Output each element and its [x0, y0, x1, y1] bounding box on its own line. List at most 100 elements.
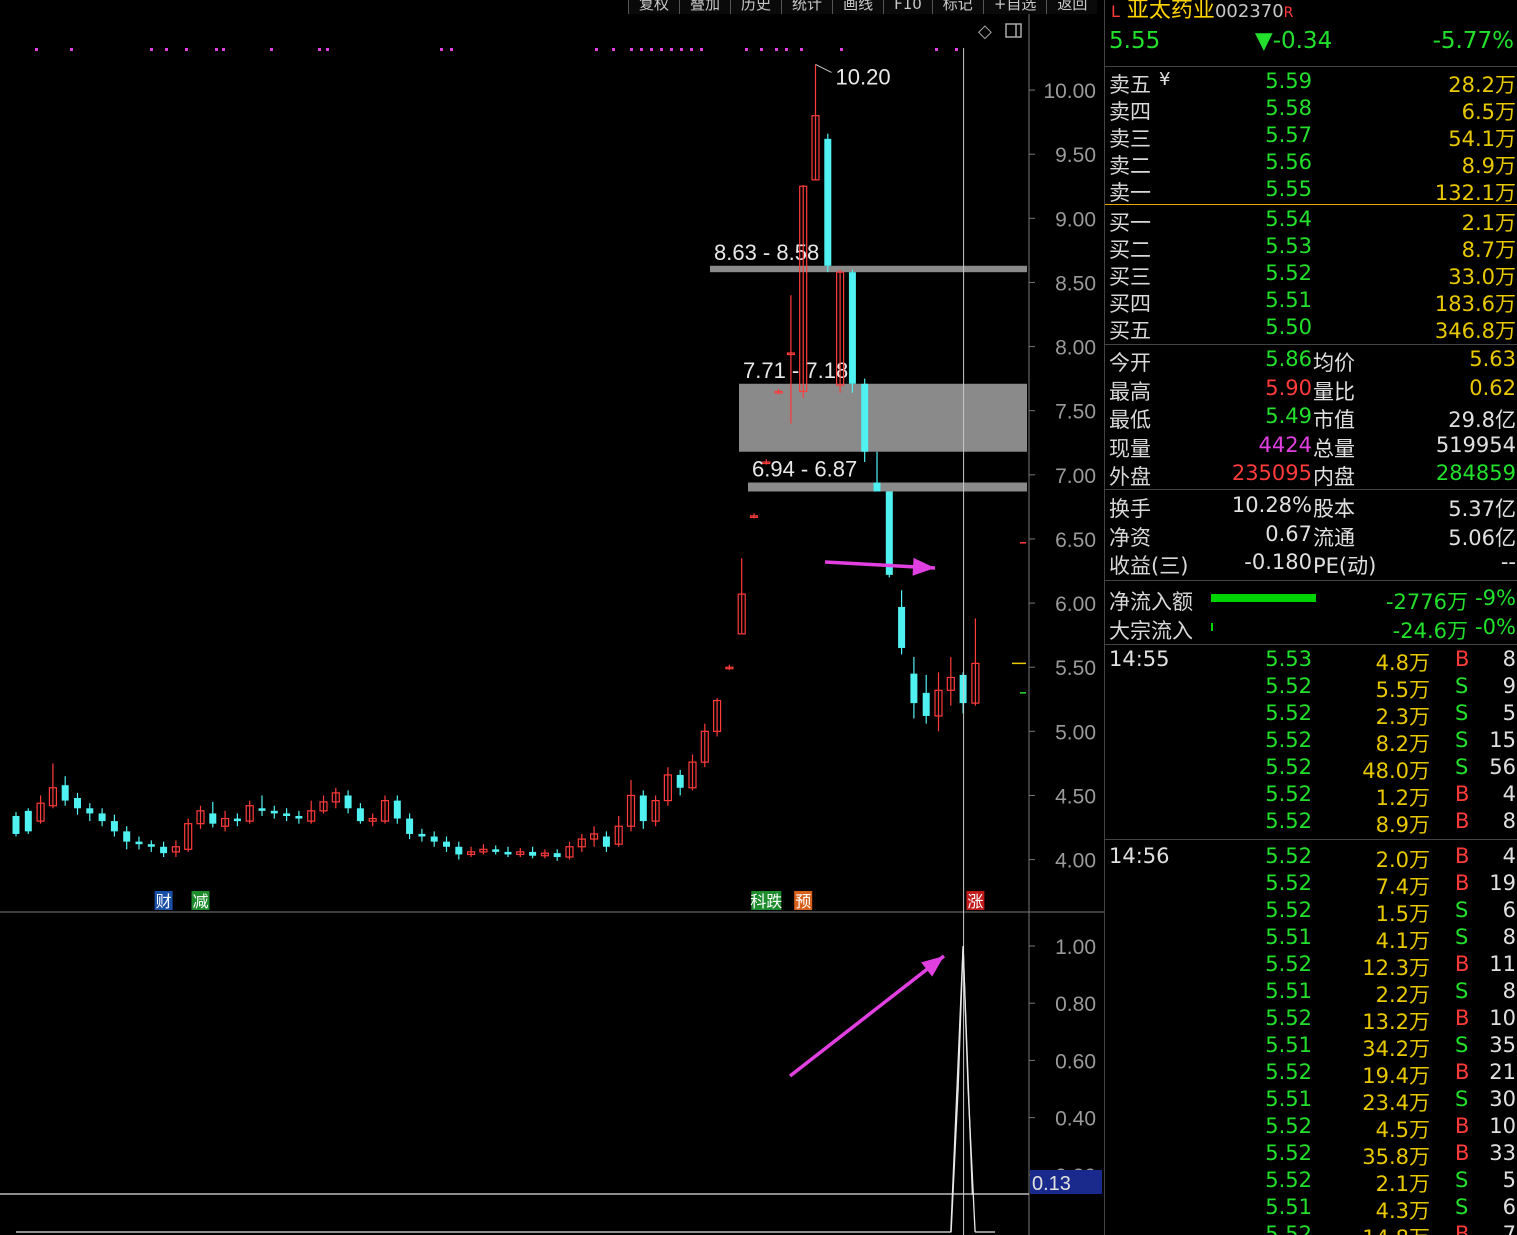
sell-row: 卖五 ¥5.59 28.2万	[1105, 69, 1517, 97]
toolbar-button-overlay[interactable]: 叠加	[679, 0, 731, 14]
buy-price: 5.54	[1265, 207, 1312, 231]
tick-volume: 35.8万	[1362, 1145, 1430, 1169]
zone-label: 6.94 - 6.87	[752, 457, 857, 482]
buy-level-label: 买二	[1109, 238, 1151, 262]
signal-dot	[935, 48, 938, 51]
tick-side: B	[1455, 871, 1470, 895]
stats-row: 现量 4424 总量 519954	[1105, 433, 1517, 461]
candle-body	[135, 841, 143, 845]
price-zone	[748, 482, 1027, 492]
tick-side: B	[1455, 1006, 1470, 1030]
tick-volume: 4.8万	[1375, 651, 1430, 675]
candle-body	[160, 846, 168, 854]
candle-body	[861, 383, 869, 452]
tick-price: 5.52	[1265, 674, 1312, 698]
toolbar-button-history[interactable]: 历史	[730, 0, 782, 14]
zone-label: 7.71 - 7.18	[743, 358, 848, 383]
candle-body	[529, 851, 537, 856]
sell-volume: 132.1万	[1434, 181, 1516, 205]
toolbar-button-restore[interactable]: 复权	[628, 0, 680, 14]
stock-mark: L	[1111, 2, 1120, 21]
sell-row: 卖二 5.56 8.9万	[1105, 150, 1517, 178]
buy-row: 买一 5.54 2.1万	[1105, 207, 1517, 235]
toolbar-button-add-watchlist[interactable]: +自选	[982, 0, 1047, 14]
tick-count: 8	[1502, 647, 1516, 671]
stat-label: 收益(三)	[1109, 554, 1189, 578]
tick-price: 5.51	[1265, 1195, 1312, 1219]
toolbar-button-stats[interactable]: 统计	[781, 0, 833, 14]
signal-dot	[630, 48, 633, 51]
divider	[1105, 644, 1517, 645]
stats-row: 外盘 235095 内盘 284859	[1105, 461, 1517, 489]
price-change-pct: -5.77%	[1432, 28, 1514, 54]
window-toggle-icon	[1005, 23, 1022, 38]
tick-count: 9	[1502, 674, 1516, 698]
tick-price: 5.53	[1265, 647, 1312, 671]
annotation-arrow	[788, 954, 946, 1078]
price-header: 5.55 ▼-0.34 -5.77%	[1105, 28, 1517, 58]
indicator-tick-label: 1.00	[1055, 936, 1096, 959]
sell-level-label: 卖三	[1109, 127, 1151, 151]
tick-price: 5.52	[1265, 1114, 1312, 1138]
kline-chart[interactable]: 10.00 9.50 9.00 8.50 8.00 7.50 7.00 6.50 6.00 5.5…	[0, 0, 1104, 1235]
stat-label: PE(动)	[1313, 554, 1377, 578]
signal-dot	[222, 48, 225, 51]
tick-volume: 1.5万	[1375, 902, 1430, 926]
candle-body	[295, 815, 303, 819]
toolbar-button-mark[interactable]: 标记	[931, 0, 983, 14]
stat-label: 最低	[1109, 408, 1151, 432]
price-tick-label: 8.50	[1055, 272, 1096, 295]
buy-level-label: 买三	[1109, 265, 1151, 289]
buy-row: 买二 5.53 8.7万	[1105, 234, 1517, 262]
tick-side: B	[1455, 1141, 1470, 1165]
candle-body	[356, 808, 364, 822]
stat-value: 0.62	[1469, 375, 1516, 400]
annotation-arrow-head	[912, 557, 935, 576]
sell-price: 5.55	[1265, 177, 1312, 201]
stat-value: 5.86	[1265, 347, 1312, 371]
candle-body	[283, 813, 291, 816]
high-pointer	[815, 63, 832, 73]
tick-side: B	[1455, 647, 1470, 671]
signal-dot	[35, 48, 38, 51]
tick-row: 5.52 8.9万 B 8	[1105, 809, 1517, 837]
tick-price: 5.51	[1265, 1087, 1312, 1111]
signal-dot	[700, 48, 703, 51]
toolbar-button-f10[interactable]: F10	[883, 0, 932, 14]
tick-price: 5.51	[1265, 925, 1312, 949]
signal-dot	[800, 48, 803, 51]
tick-row: 5.51 2.2万 S 8	[1105, 979, 1517, 1007]
tick-price: 5.51	[1265, 1033, 1312, 1057]
tick-volume: 1.2万	[1375, 786, 1430, 810]
stat-value: 5.90	[1265, 375, 1312, 400]
candle-body	[344, 795, 352, 809]
indicator-line	[16, 945, 974, 1233]
buy-row: 买三 5.52 33.0万	[1105, 261, 1517, 289]
tick-count: 11	[1489, 952, 1516, 976]
signal-dot	[650, 48, 653, 51]
price-change: ▼-0.34	[1255, 28, 1333, 54]
stat-value: 5.37亿	[1448, 497, 1516, 521]
tick-volume: 34.2万	[1362, 1037, 1430, 1061]
signal-dot	[690, 48, 693, 51]
signal-dot	[955, 48, 958, 51]
candle-body	[443, 841, 450, 847]
toolbar-button-draw[interactable]: 画线	[832, 0, 884, 14]
sell-price: 5.57	[1265, 123, 1312, 147]
price-zone	[739, 383, 1027, 452]
stat-value: 5.49	[1265, 404, 1312, 428]
toolbar-button-back[interactable]: 返回	[1046, 0, 1098, 14]
buy-price: 5.51	[1265, 288, 1312, 312]
candle-body	[61, 785, 69, 801]
tick-row: 5.51 23.4万 S 30	[1105, 1087, 1517, 1115]
tick-count: 10	[1489, 1006, 1516, 1030]
tick-volume: 4.5万	[1375, 1118, 1430, 1142]
signal-dot	[270, 48, 273, 51]
high-price-label: 10.20	[836, 64, 891, 89]
sell-volume: 28.2万	[1448, 73, 1516, 97]
tick-time: 14:55	[1109, 647, 1170, 671]
tick-volume: 23.4万	[1362, 1091, 1430, 1115]
tick-side: B	[1455, 952, 1470, 976]
candle-body	[123, 831, 131, 842]
signal-dot	[318, 48, 321, 51]
